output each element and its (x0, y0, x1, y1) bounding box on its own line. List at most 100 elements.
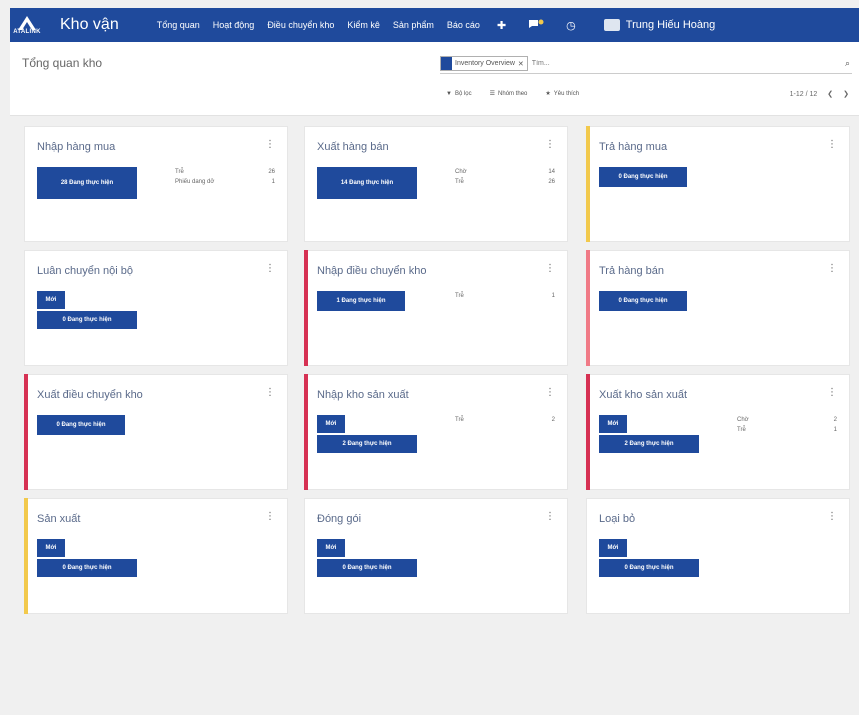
stat-label[interactable]: Trễ (455, 417, 464, 423)
card-menu-icon[interactable]: ⋮ (827, 139, 837, 150)
menu-item-overview[interactable]: Tổng quan (157, 20, 200, 30)
kanban-card: Xuất hàng bán ⋮ 14 Đang thực hiện Chờ 14 Trễ 2… (304, 126, 568, 242)
card-menu-icon[interactable]: ⋮ (827, 387, 837, 398)
kanban-card: Sản xuất ⋮ Mới 0 Đang thực hiện (24, 498, 288, 614)
card-title[interactable]: Trả hàng mua (599, 141, 667, 153)
systray: ✚ ◷ (497, 19, 598, 32)
app-logo[interactable]: ATALINK (10, 8, 44, 42)
chevron-left-icon[interactable]: ❮ (827, 90, 833, 98)
in-progress-button[interactable]: 0 Đang thực hiện (317, 559, 417, 577)
in-progress-button[interactable]: 28 Đang thực hiện (37, 167, 137, 199)
stat-value[interactable]: 2 (823, 417, 837, 423)
filters-label: Bộ lọc (454, 90, 472, 97)
search-icon[interactable]: ⌕ (845, 58, 850, 69)
card-menu-icon[interactable]: ⋮ (545, 511, 555, 522)
card-title[interactable]: Nhập điều chuyển kho (317, 265, 426, 277)
card-title[interactable]: Xuất hàng bán (317, 141, 389, 153)
stat-value[interactable]: 14 (541, 169, 555, 175)
new-button[interactable]: Mới (317, 539, 345, 557)
in-progress-button[interactable]: 0 Đang thực hiện (37, 415, 125, 435)
favorites-button[interactable]: ★ Yêu thích (545, 90, 580, 98)
card-menu-icon[interactable]: ⋮ (545, 387, 555, 398)
card-menu-icon[interactable]: ⋮ (545, 139, 555, 150)
card-menu-icon[interactable]: ⋮ (265, 263, 275, 274)
in-progress-button[interactable]: 0 Đang thực hiện (37, 311, 137, 329)
in-progress-button[interactable]: 0 Đang thực hiện (599, 559, 699, 577)
filters-button[interactable]: ▼ Bộ lọc (446, 90, 472, 97)
new-button[interactable]: Mới (599, 539, 627, 557)
new-button[interactable]: Mới (37, 291, 65, 309)
kanban-card: Nhập hàng mua ⋮ 28 Đang thực hiện Trễ 26 Phiế… (24, 126, 288, 242)
stat-label[interactable]: Chờ (455, 169, 467, 175)
chevron-right-icon[interactable]: ❯ (843, 90, 849, 98)
kanban-card: Nhập điều chuyển kho ⋮ 1 Đang thực hiện Trễ… (304, 250, 568, 366)
menu-item-operations[interactable]: Hoạt động (213, 20, 255, 30)
in-progress-button[interactable]: 0 Đang thực hiện (37, 559, 137, 577)
card-title[interactable]: Nhập kho sản xuất (317, 389, 409, 401)
stat-value[interactable]: 1 (261, 179, 275, 185)
card-menu-icon[interactable]: ⋮ (265, 511, 275, 522)
card-title[interactable]: Đóng gói (317, 513, 361, 525)
stat-value[interactable]: 26 (261, 169, 275, 175)
main-menu: Tổng quan Hoạt động Điều chuyển kho Kiểm… (157, 20, 493, 30)
plus-icon[interactable]: ✚ (497, 19, 506, 32)
card-menu-icon[interactable]: ⋮ (827, 263, 837, 274)
card-color-bar (24, 374, 28, 490)
stat-label[interactable]: Trễ (175, 169, 184, 175)
menu-item-products[interactable]: Sản phẩm (393, 20, 434, 30)
kanban-card: Loại bỏ ⋮ Mới 0 Đang thực hiện (586, 498, 850, 614)
pager-value[interactable]: 1-12 / 12 (790, 91, 818, 98)
card-title[interactable]: Nhập hàng mua (37, 141, 115, 153)
search-facet[interactable]: Inventory Overview ✕ (440, 56, 528, 71)
list-icon: ☰ (489, 91, 496, 97)
in-progress-button[interactable]: 0 Đang thực hiện (599, 167, 687, 187)
in-progress-button[interactable]: 2 Đang thực hiện (599, 435, 699, 453)
search-input[interactable] (531, 60, 845, 67)
stat-label[interactable]: Trễ (455, 293, 464, 299)
card-title[interactable]: Loại bỏ (599, 513, 635, 525)
card-menu-icon[interactable]: ⋮ (545, 263, 555, 274)
stat-value[interactable]: 1 (541, 293, 555, 299)
app-title[interactable]: Kho vận (60, 16, 119, 34)
menu-item-transfers[interactable]: Điều chuyển kho (267, 20, 334, 30)
funnel-icon: ▼ (446, 90, 452, 97)
star-icon: ★ (545, 91, 551, 97)
card-title[interactable]: Luân chuyển nội bộ (37, 265, 133, 277)
card-title[interactable]: Xuất điều chuyển kho (37, 389, 143, 401)
card-color-bar (586, 250, 590, 366)
stat-value[interactable]: 2 (541, 417, 555, 423)
new-button[interactable]: Mới (37, 539, 65, 557)
close-icon[interactable]: ✕ (518, 60, 524, 68)
stat-label[interactable]: Trễ (455, 179, 464, 185)
logo-text: ATALINK (13, 29, 41, 35)
favorites-label: Yêu thích (553, 90, 580, 97)
in-progress-button[interactable]: 1 Đang thực hiện (317, 291, 405, 311)
new-button[interactable]: Mới (317, 415, 345, 433)
card-title[interactable]: Trả hàng bán (599, 265, 664, 277)
stat-label[interactable]: Phiếu dang dở (175, 179, 214, 185)
in-progress-button[interactable]: 2 Đang thực hiện (317, 435, 417, 453)
control-panel: Tổng quan kho Inventory Overview ✕ ⌕ ▼Bộ… (10, 42, 859, 116)
card-title[interactable]: Xuất kho sản xuất (599, 389, 687, 401)
menu-item-reports[interactable]: Báo cáo (447, 20, 480, 30)
messages-icon[interactable] (528, 19, 544, 32)
pager: 1-12 / 12 ❮ ❯ (790, 90, 849, 99)
kanban-card: Trả hàng mua ⋮ 0 Đang thực hiện (586, 126, 850, 242)
in-progress-button[interactable]: 0 Đang thực hiện (599, 291, 687, 311)
stat-label[interactable]: Trễ (737, 427, 746, 433)
stat-value[interactable]: 26 (541, 179, 555, 185)
card-menu-icon[interactable]: ⋮ (265, 139, 275, 150)
new-button[interactable]: Mới (599, 415, 627, 433)
card-menu-icon[interactable]: ⋮ (265, 387, 275, 398)
clock-icon[interactable]: ◷ (566, 19, 576, 32)
kanban-card: Luân chuyển nội bộ ⋮ Mới 0 Đang thực hiện (24, 250, 288, 366)
card-title[interactable]: Sản xuất (37, 513, 80, 525)
user-menu[interactable]: Trung Hiếu Hoàng (603, 19, 716, 31)
card-menu-icon[interactable]: ⋮ (827, 511, 837, 522)
menu-item-inventory-count[interactable]: Kiểm kê (347, 20, 380, 30)
group-by-button[interactable]: ☰ Nhóm theo (489, 90, 528, 98)
stat-label[interactable]: Chờ (737, 417, 749, 423)
user-name: Trung Hiếu Hoàng (625, 19, 716, 31)
stat-value[interactable]: 1 (823, 427, 837, 433)
in-progress-button[interactable]: 14 Đang thực hiện (317, 167, 417, 199)
